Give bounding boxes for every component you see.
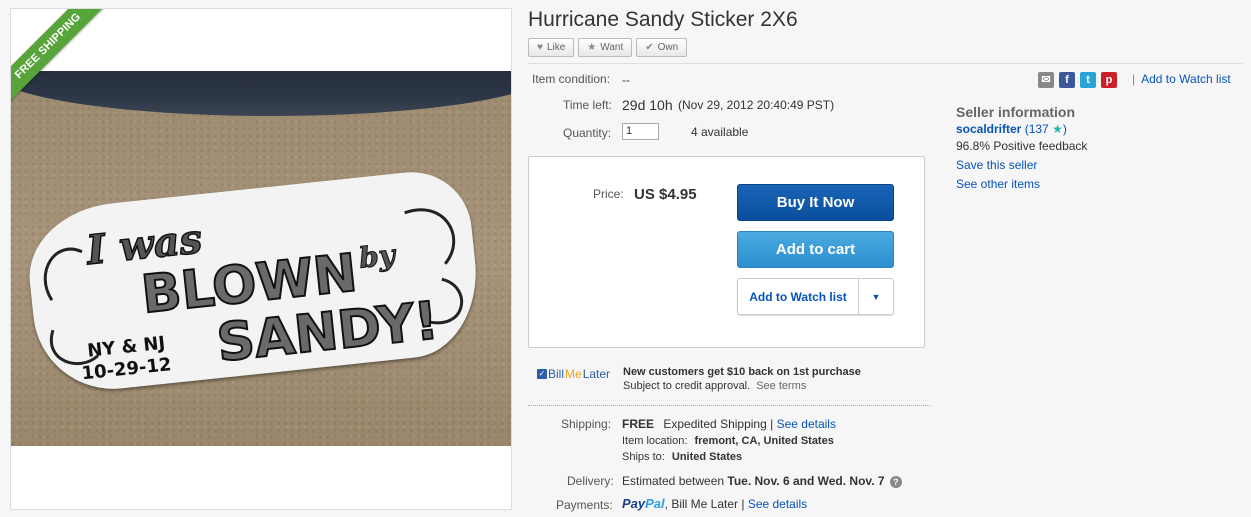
heart-icon: ♥ (537, 42, 543, 53)
add-to-cart-button[interactable]: Add to cart (737, 231, 894, 268)
like-button[interactable]: ♥ Like (528, 38, 575, 57)
bml-sub-text: Subject to credit approval. (623, 380, 751, 392)
help-icon[interactable]: ? (889, 475, 902, 488)
seller-name-line: socaldrifter (137 ★) (956, 122, 1067, 136)
price-value: US $4.95 (634, 186, 697, 203)
time-left-date: (Nov 29, 2012 20:40:49 PST) (678, 98, 835, 112)
item-title: Hurricane Sandy Sticker 2X6 (528, 8, 798, 31)
item-location-label: Item location: (622, 435, 688, 447)
paypal-pay: Pay (622, 496, 646, 511)
bill-me-later-logo: ✓ Bill Me Later (537, 367, 610, 381)
want-label: Want (600, 42, 624, 53)
social-buttons: ♥ Like ★ Want ✔ Own (528, 38, 688, 57)
condition-label: Item condition: (532, 72, 611, 86)
want-button[interactable]: ★ Want (578, 38, 633, 57)
save-seller-link[interactable]: Save this seller (956, 158, 1037, 172)
bml-logo-bill: Bill (548, 367, 565, 381)
time-left-label: Time left: (563, 98, 612, 112)
shipping-see-details-link[interactable]: See details (777, 417, 836, 431)
bml-logo-later: Later (582, 367, 611, 381)
sticker-by: by (357, 238, 398, 275)
free-shipping-ribbon: FREE SHIPPING (11, 9, 121, 119)
see-terms-link[interactable]: See terms (756, 380, 806, 392)
watch-list-main[interactable]: Add to Watch list (738, 279, 859, 314)
bml-subtext: Subject to credit approval. See terms (623, 380, 806, 392)
see-other-items-link[interactable]: See other items (956, 177, 1040, 191)
seller-name-link[interactable]: socaldrifter (956, 122, 1021, 136)
ships-to-value: United States (671, 451, 743, 463)
ships-to: Ships to: United States (622, 451, 742, 463)
payments-others: , Bill Me Later | (664, 497, 745, 511)
check-icon: ✔ (645, 42, 654, 53)
condition-value: -- (622, 73, 630, 87)
star-icon: ★ (587, 42, 597, 53)
shipping-divider (528, 405, 930, 406)
feedback-close: ) (1062, 122, 1067, 136)
paypal-pal: Pal (645, 496, 665, 511)
free-shipping-label: FREE SHIPPING (11, 9, 110, 108)
payments-see-details-link[interactable]: See details (748, 497, 807, 511)
shipping-method: Expedited Shipping | (663, 417, 774, 431)
delivery-label: Delivery: (567, 474, 614, 488)
own-label: Own (657, 42, 679, 53)
buy-it-now-button[interactable]: Buy It Now (737, 184, 894, 221)
item-image-panel: I was BLOWN by SANDY! NY & NJ 10-29-12 F… (10, 8, 512, 510)
payments-value: PayPal, Bill Me Later | See details (622, 496, 807, 511)
chevron-down-icon: ▼ (871, 291, 881, 302)
sidebar-add-to-watch-list-link[interactable]: Add to Watch list (1141, 72, 1231, 86)
paypal-logo: PayPal (622, 496, 665, 511)
twitter-icon[interactable]: t (1080, 72, 1096, 88)
payments-label: Payments: (556, 498, 613, 512)
bml-headline: New customers get $10 back on 1st purcha… (623, 366, 861, 378)
item-location-value: fremont, CA, United States (694, 435, 834, 447)
bml-logo-me: Me (565, 367, 582, 381)
like-label: Like (546, 42, 566, 53)
shipping-value: FREE Expedited Shipping | See details (622, 417, 836, 431)
mail-icon[interactable]: ✉ (1038, 72, 1054, 88)
shipping-label: Shipping: (561, 417, 612, 431)
pinterest-icon[interactable]: p (1101, 72, 1117, 88)
sidebar-watch-link-wrap: | Add to Watch list (1132, 72, 1231, 86)
price-label: Price: (593, 187, 624, 201)
check-icon: ✓ (537, 369, 547, 379)
shipping-free: FREE (622, 417, 655, 431)
positive-feedback: 96.8% Positive feedback (956, 139, 1088, 153)
delivery-range: Tue. Nov. 6 and Wed. Nov. 7 (727, 474, 885, 488)
star-icon: ★ (1052, 122, 1063, 136)
item-location: Item location: fremont, CA, United State… (622, 435, 834, 447)
seller-info-title: Seller information (956, 104, 1076, 120)
item-photo[interactable]: I was BLOWN by SANDY! NY & NJ 10-29-12 (11, 71, 511, 446)
separator: | (1132, 72, 1136, 86)
ships-to-label: Ships to: (622, 451, 665, 463)
share-icons: ✉ f t p (1038, 72, 1117, 88)
quantity-input[interactable]: 1 (622, 123, 659, 140)
delivery-value: Estimated between Tue. Nov. 6 and Wed. N… (622, 474, 902, 488)
own-button[interactable]: ✔ Own (636, 38, 688, 57)
delivery-prefix: Estimated between (622, 474, 725, 488)
quantity-label: Quantity: (563, 126, 612, 140)
title-divider (528, 63, 1243, 64)
facebook-icon[interactable]: f (1059, 72, 1075, 88)
feedback-score-link[interactable]: (137 (1025, 122, 1049, 136)
time-left-value: 29d 10h (622, 97, 673, 113)
add-to-watch-list-button: Add to Watch list ▼ (737, 278, 894, 315)
watch-list-dropdown[interactable]: ▼ (859, 279, 893, 314)
available-count: 4 available (691, 125, 749, 139)
